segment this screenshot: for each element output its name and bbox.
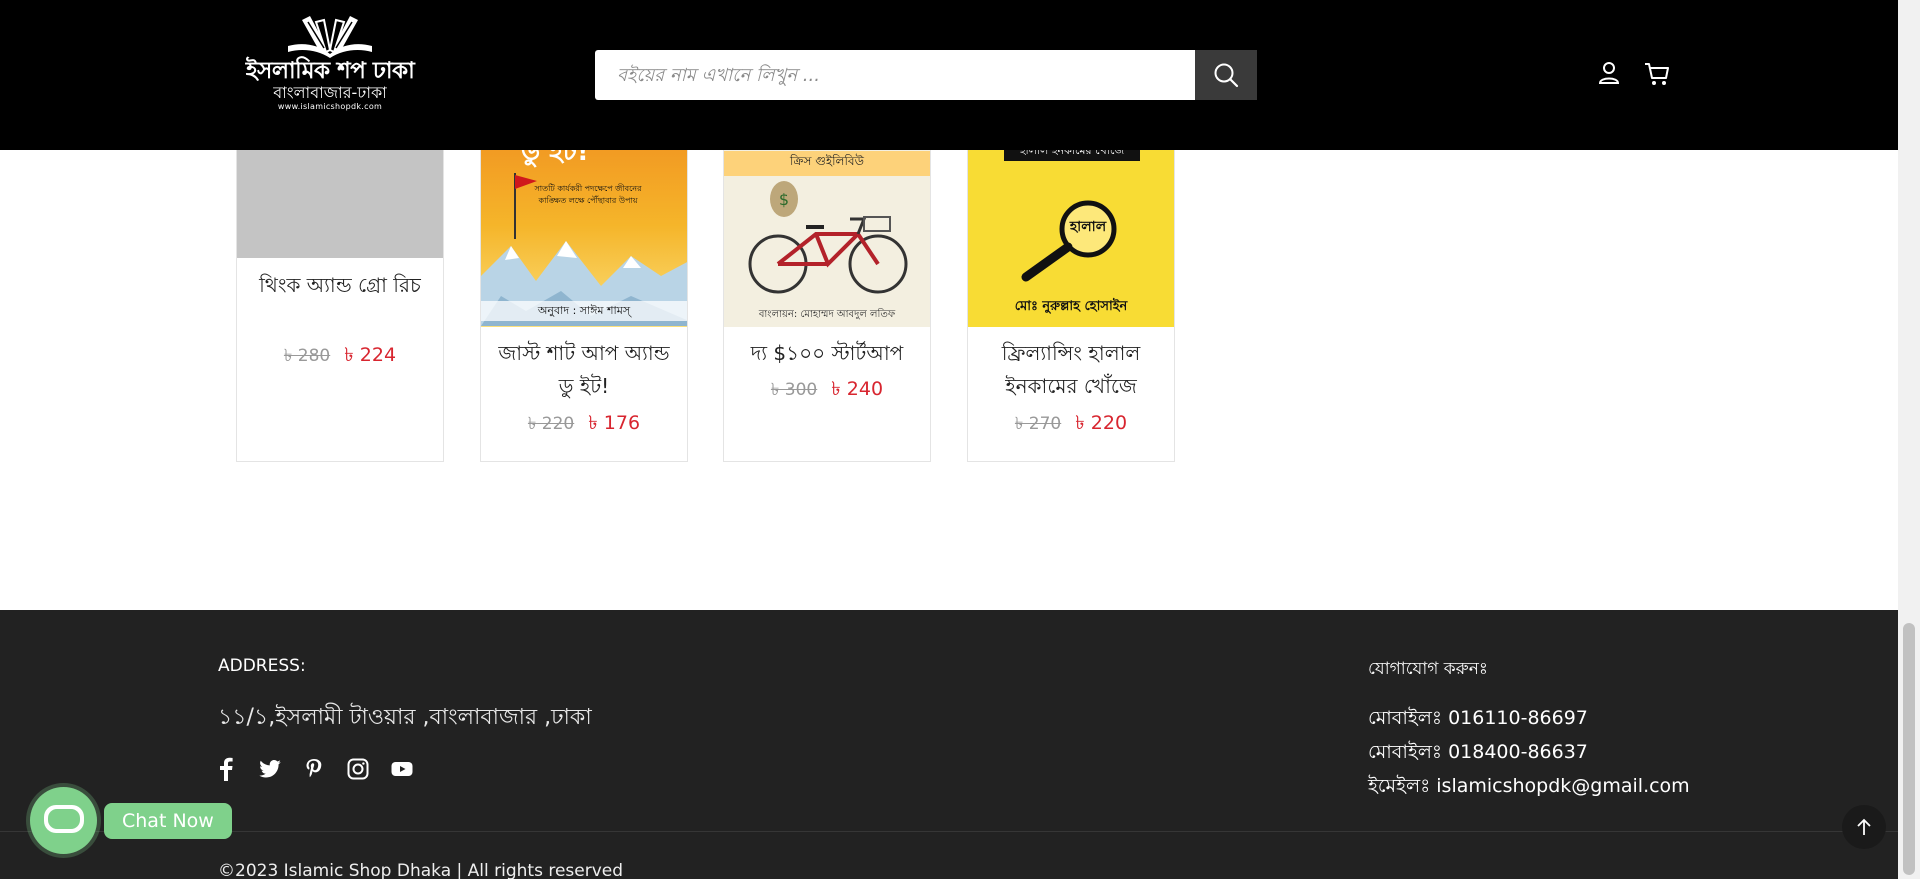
cover-author: মোঃ নুরুল্লাহ হোসাইন	[1014, 299, 1128, 314]
search-button[interactable]	[1195, 50, 1257, 100]
scrollbar-thumb[interactable]	[1903, 623, 1915, 875]
cart-button[interactable]	[1643, 60, 1671, 88]
email-address[interactable]: ইমেইলঃ islamicshopdk@gmail.com	[1368, 772, 1690, 804]
product-title[interactable]: ফ্রিল্যান্সিং হালাল ইনকামের খোঁজে	[968, 337, 1174, 403]
cover-translator: অনুবাদ : সাঈম শামস্	[481, 301, 687, 321]
old-price: ৳ 220	[527, 414, 575, 434]
chat-bubble-icon	[43, 804, 84, 833]
old-price: ৳ 300	[770, 380, 818, 400]
product-card[interactable]: হালাল ইনকামের খোঁজে হালাল মোঃ নুরুল্লাহ …	[967, 100, 1175, 462]
logo-url: www.islamicshopdk.com	[277, 102, 383, 111]
mobile-number-1[interactable]: মোবাইলঃ 016110-86697	[1368, 704, 1588, 736]
old-price: ৳ 270	[1014, 414, 1062, 434]
bicycle-illustration: $	[748, 181, 908, 294]
svg-text:$: $	[779, 190, 789, 209]
cover-tagline: সাতটি কার্যকরী পদক্ষেপে জীবনের কাঙ্ক্ষিত…	[534, 184, 642, 205]
chat-now-label[interactable]: Chat Now	[104, 803, 232, 839]
back-to-top-button[interactable]	[1842, 805, 1886, 849]
sale-price: ৳ 224	[344, 344, 397, 366]
product-card[interactable]: ডু ইট! সাতটি কার্যকরী পদক্ষেপে জীবনের কা…	[480, 100, 688, 462]
cover-author: ক্রিস গুইলিবিউ	[790, 154, 864, 168]
search-input[interactable]	[595, 50, 1195, 100]
search-box	[595, 50, 1195, 100]
logo-title: ইসলামিক শপ ঢাকা	[245, 58, 415, 84]
youtube-icon[interactable]	[391, 758, 413, 780]
contact-heading: যোগাযোগ করুনঃ	[1368, 659, 1488, 679]
product-title[interactable]: দ্য $১০০ স্টার্টআপ	[724, 337, 930, 370]
arrow-up-icon	[1857, 818, 1871, 835]
copyright-text: ©2023 Islamic Shop Dhaka | All rights re…	[218, 861, 624, 879]
user-icon	[1598, 62, 1620, 84]
pinterest-icon[interactable]	[303, 758, 325, 780]
product-card[interactable]: থিংক অ্যান্ড গ্রো রিচ ৳ 280 ৳ 224	[236, 100, 444, 462]
cover-translator: বাংলায়ন: মোহাম্মদ আবদুল লতিফ	[758, 309, 896, 320]
account-button[interactable]	[1596, 60, 1622, 86]
product-title[interactable]: জাস্ট শাট আপ অ্যান্ড ডু ইট!	[481, 337, 687, 403]
footer-divider	[0, 831, 1898, 832]
search-icon	[1214, 63, 1239, 88]
product-price: ৳ 220 ৳ 176	[481, 409, 687, 441]
instagram-icon[interactable]	[347, 758, 369, 780]
sale-price: ৳ 176	[588, 412, 641, 434]
flag-icon	[514, 173, 537, 239]
sale-price: ৳ 240	[831, 378, 884, 400]
open-book-icon	[288, 16, 372, 58]
cart-icon	[1645, 63, 1669, 85]
product-price: ৳ 270 ৳ 220	[968, 409, 1174, 441]
facebook-icon[interactable]	[215, 757, 237, 781]
address-heading: ADDRESS:	[218, 656, 306, 676]
magnifier-illustration	[1021, 200, 1117, 282]
twitter-icon[interactable]	[259, 758, 281, 780]
product-price: ৳ 300 ৳ 240	[724, 375, 930, 407]
site-logo[interactable]: ইসলামিক শপ ঢাকা বাংলাবাজার-ঢাকা www.isla…	[245, 10, 415, 120]
old-price: ৳ 280	[283, 346, 331, 366]
social-links	[215, 757, 413, 781]
product-card[interactable]: ক্রিস গুইলিবিউ $ বাংলায়ন: মোহাম্মদ আবদু…	[723, 100, 931, 462]
cover-magnifier-word: হালাল	[1069, 219, 1107, 235]
logo-subtitle: বাংলাবাজার-ঢাকা	[273, 83, 387, 102]
product-title[interactable]: থিংক অ্যান্ড গ্রো রিচ	[237, 269, 443, 302]
address-text: ১১/১,ইসলামী টাওয়ার ,বাংলাবাজার ,ঢাকা	[218, 705, 592, 730]
site-header: ইসলামিক শপ ঢাকা বাংলাবাজার-ঢাকা www.isla…	[0, 0, 1898, 150]
mobile-number-2[interactable]: মোবাইলঃ 018400-86637	[1368, 738, 1588, 770]
product-price: ৳ 280 ৳ 224	[237, 341, 443, 373]
sale-price: ৳ 220	[1075, 412, 1128, 434]
site-footer: ADDRESS: ১১/১,ইসলামী টাওয়ার ,বাংলাবাজার…	[0, 610, 1898, 879]
chat-widget-button[interactable]	[30, 787, 97, 854]
